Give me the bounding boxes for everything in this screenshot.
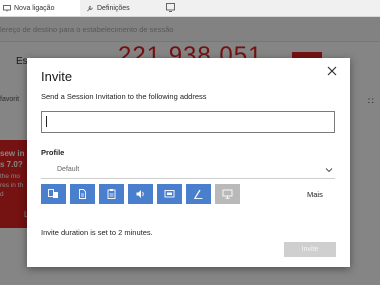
tab-settings[interactable]: Definições xyxy=(84,0,162,16)
profile-select[interactable]: Default xyxy=(41,163,335,179)
close-icon[interactable] xyxy=(325,64,339,78)
text-caret xyxy=(46,116,47,127)
pen-icon xyxy=(194,189,203,199)
more-link[interactable]: Mais xyxy=(307,190,323,199)
dialog-title: Invite xyxy=(41,69,73,84)
invite-dialog: Invite Send a Session Invitation to the … xyxy=(27,58,350,267)
audio-button[interactable] xyxy=(128,184,153,204)
new-tab-icon[interactable] xyxy=(166,3,175,12)
tab-strip: Nova ligação Definições xyxy=(0,0,380,17)
display-button[interactable] xyxy=(157,184,182,204)
dialog-subtitle: Send a Session Invitation to the followi… xyxy=(41,92,207,101)
gear-icon xyxy=(87,5,93,11)
screen-share-button[interactable] xyxy=(215,184,240,204)
profile-selected-value: Default xyxy=(57,166,80,173)
monitor-icon xyxy=(3,4,11,11)
file-transfer-button[interactable] xyxy=(41,184,66,204)
clipboard-icon xyxy=(107,189,116,199)
document-button[interactable] xyxy=(70,184,95,204)
invite-button[interactable]: Invite xyxy=(284,242,336,257)
profile-label: Profile xyxy=(41,148,65,157)
tab-label: Definições xyxy=(97,4,130,12)
invite-address-input[interactable] xyxy=(41,111,335,133)
screen-disabled-icon xyxy=(222,189,233,199)
tab-new-connection[interactable]: Nova ligação xyxy=(0,0,80,16)
chevron-down-icon xyxy=(325,168,333,173)
draw-button[interactable] xyxy=(186,184,211,204)
display-icon xyxy=(164,190,175,198)
document-icon xyxy=(79,189,86,199)
audio-icon xyxy=(136,190,144,198)
clipboard-button[interactable] xyxy=(99,184,124,204)
invite-duration-text: Invite duration is set to 2 minutes. xyxy=(41,228,153,237)
file-transfer-icon xyxy=(48,189,58,198)
tab-label: Nova ligação xyxy=(14,4,55,12)
